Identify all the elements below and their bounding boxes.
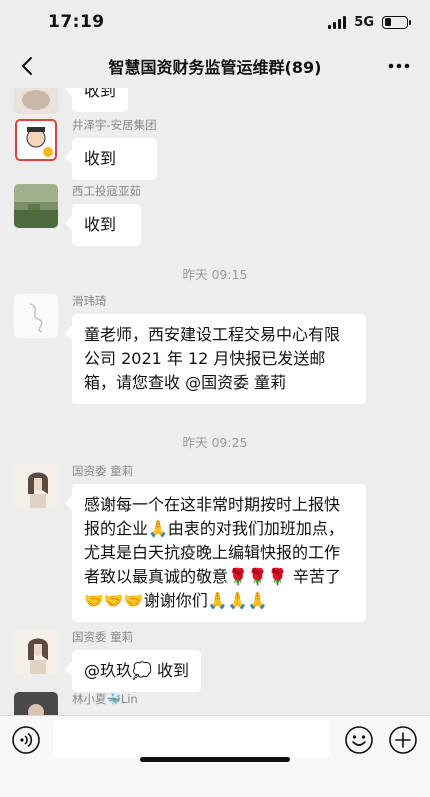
avatar[interactable] <box>14 464 58 508</box>
message-bubble[interactable]: 收到 <box>72 138 157 180</box>
input-bar <box>0 715 430 797</box>
nav-bar: 智慧国资财务监管运维群(89) <box>0 44 430 88</box>
message-item: 林小夏🐳Lin <box>14 692 138 715</box>
sender-name: 井泽宇-安居集团 <box>72 118 157 132</box>
ellipsis-icon[interactable] <box>386 58 412 74</box>
network-type: 5G <box>354 14 374 30</box>
message-item: 滑玮琦 童老师，西安建设工程交易中心有限公司 2021 年 12 月快报已发送邮… <box>14 294 366 404</box>
status-indicators: 5G <box>328 14 411 30</box>
avatar[interactable] <box>14 692 58 715</box>
sender-name: 西工投寇亚茹 <box>72 184 141 198</box>
status-bar: 17:19 5G <box>0 0 430 44</box>
sender-name: 林小夏🐳Lin <box>72 692 138 706</box>
message-bubble[interactable]: 童老师，西安建设工程交易中心有限公司 2021 年 12 月快报已发送邮箱，请您… <box>72 314 366 404</box>
message-bubble[interactable]: 收到 <box>72 88 129 112</box>
message-bubble[interactable]: 感谢每一个在这非常时期按时上报快报的企业🙏由衷的对我们加班加点，尤其是白天抗疫晚… <box>72 484 366 622</box>
sender-name: 国资委 童莉 <box>72 630 134 644</box>
chevron-left-icon[interactable] <box>14 52 42 80</box>
message-item: 西工投寇亚茹 收到 <box>14 184 141 246</box>
home-indicator <box>140 757 290 762</box>
status-time: 17:19 <box>48 12 105 32</box>
avatar[interactable] <box>14 630 58 674</box>
avatar[interactable] <box>14 118 58 162</box>
timestamp: 昨天 09:15 <box>182 267 248 282</box>
signal-icon <box>328 15 347 29</box>
message-bubble[interactable]: 收到 <box>72 204 141 246</box>
plus-icon[interactable] <box>388 725 418 755</box>
message-item: 井泽宇-安居集团 收到 <box>14 118 157 180</box>
sender-name: 国资委 童莉 <box>72 464 134 478</box>
avatar[interactable] <box>14 88 58 114</box>
sender-name: 滑玮琦 <box>72 294 107 308</box>
timestamp: 昨天 09:25 <box>182 435 248 450</box>
battery-icon <box>382 15 411 29</box>
message-item: 国资委 童莉 @玖玖💭 收到 <box>14 630 202 692</box>
avatar[interactable] <box>14 184 58 228</box>
message-item: 国资委 童莉 感谢每一个在这非常时期按时上报快报的企业🙏由衷的对我们加班加点，尤… <box>14 464 366 622</box>
chat-title: 智慧国资财务监管运维群(89) <box>108 58 322 77</box>
message-input[interactable] <box>53 720 330 758</box>
message-item: 收到 <box>14 88 129 114</box>
voice-icon[interactable] <box>11 725 41 755</box>
chat-message-list[interactable]: 收到 井泽宇-安居集团 收到 西工投寇亚茹 收到 昨天 09:15 滑玮琦 童老… <box>0 88 430 715</box>
message-bubble[interactable]: @玖玖💭 收到 <box>72 650 202 692</box>
avatar[interactable] <box>14 294 58 338</box>
emoji-icon[interactable] <box>344 725 374 755</box>
